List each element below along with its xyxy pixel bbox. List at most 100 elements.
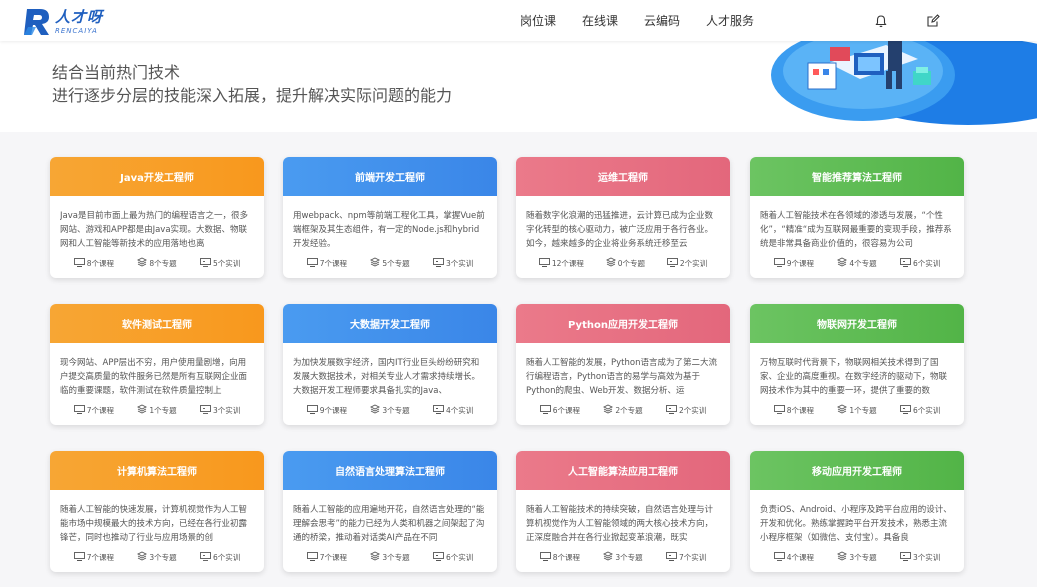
layers-icon — [603, 551, 615, 563]
career-card[interactable]: 大数据开发工程师 为加快发展数字经济，国内IT行业巨头纷纷研究和发展大数据技术，对… — [283, 304, 497, 425]
card-description: 随着数字化浪潮的迅猛推进，云计算已成为企业数字化转型的核心驱动力，被广泛应用于各… — [526, 211, 714, 249]
topic-count: 2个专题 — [603, 404, 643, 416]
card-description: 随着人工智能的快速发展，计算机视觉作为人工智能市场中规模最大的技术方向，已经在各… — [60, 505, 248, 543]
topic-count-label: 1个专题 — [849, 405, 877, 415]
terminal-icon — [900, 551, 913, 563]
hero-subheadline: 进行逐步分层的技能深入拓展，提升解决实际问题的能力 — [52, 86, 453, 105]
topic-count: 3个专题 — [370, 404, 410, 416]
monitor-icon — [306, 404, 320, 416]
layers-icon — [137, 257, 149, 269]
course-count: 7个课程 — [306, 551, 347, 563]
career-card[interactable]: 人工智能算法应用工程师 随着人工智能技术的持续突破，自然语言处理与计算机视觉作为人… — [516, 451, 730, 572]
card-description: 随着人工智能的应用遍地开花，自然语言处理的“能理解会思考”的能力已经为人类和机器… — [293, 505, 485, 543]
card-description: 现今网站、APP层出不穷，用户使用量剧增，向用户提交高质量的软件服务已然是所有互… — [60, 358, 248, 396]
card-title: 人工智能算法应用工程师 — [516, 451, 730, 490]
card-stats: 8个课程 1个专题 6个实训 — [750, 404, 964, 416]
monitor-icon — [538, 257, 552, 269]
career-card[interactable]: 移动应用开发工程师 负责iOS、Android、小程序及跨平台应用的设计、开发和优… — [750, 451, 964, 572]
career-card[interactable]: 自然语言处理算法工程师 随着人工智能的应用遍地开花，自然语言处理的“能理解会思考”… — [283, 451, 497, 572]
course-count: 9个课程 — [773, 257, 814, 269]
card-title: Java开发工程师 — [50, 157, 264, 196]
lab-count: 6个实训 — [433, 551, 473, 563]
lab-count: 3个实训 — [433, 257, 473, 269]
course-count: 12个课程 — [538, 257, 584, 269]
terminal-icon — [200, 257, 213, 269]
topic-count-label: 2个专题 — [615, 405, 643, 415]
monitor-icon — [73, 404, 87, 416]
card-title: 物联网开发工程师 — [750, 304, 964, 343]
card-description: 万物互联时代背景下，物联网相关技术得到了国家、企业的高度重视。在数字经济的驱动下… — [760, 358, 948, 396]
monitor-icon — [539, 551, 553, 563]
terminal-icon — [433, 551, 446, 563]
terminal-icon — [200, 551, 213, 563]
hero-illustration — [771, 41, 1037, 125]
card-stats: 8个课程 3个专题 7个实训 — [516, 551, 730, 563]
card-stats: 7个课程 1个专题 3个实训 — [50, 404, 264, 416]
layers-icon — [137, 404, 149, 416]
nav-item-online-courses[interactable]: 在线课 — [582, 12, 618, 29]
terminal-icon — [433, 404, 446, 416]
edit-icon[interactable] — [926, 13, 940, 27]
lab-count-label: 3个实训 — [213, 405, 241, 415]
topic-count: 8个专题 — [137, 257, 177, 269]
monitor-icon — [306, 257, 320, 269]
lab-count: 6个实训 — [200, 551, 240, 563]
career-card[interactable]: 运维工程师 随着数字化浪潮的迅猛推进，云计算已成为企业数字化转型的核心驱动力，被广… — [516, 157, 730, 278]
lab-count: 6个实训 — [900, 257, 940, 269]
career-card[interactable]: 物联网开发工程师 万物互联时代背景下，物联网相关技术得到了国家、企业的高度重视。在… — [750, 304, 964, 425]
layers-icon — [603, 404, 615, 416]
topic-count-label: 3个专题 — [849, 552, 877, 562]
topic-count-label: 3个专题 — [382, 405, 410, 415]
site-logo[interactable]: 人才呀 RENCAIYA — [24, 6, 120, 38]
monitor-icon — [306, 551, 320, 563]
career-card[interactable]: 前端开发工程师 用webpack、npm等前端工程化工具，掌握Vue前端框架及其生… — [283, 157, 497, 278]
layers-icon — [137, 551, 149, 563]
career-card[interactable]: 软件测试工程师 现今网站、APP层出不穷，用户使用量剧增，向用户提交高质量的软件服… — [50, 304, 264, 425]
lab-count-label: 6个实训 — [913, 405, 941, 415]
topic-count-label: 1个专题 — [149, 405, 177, 415]
hero-banner: 结合当前热门技术 进行逐步分层的技能深入拓展，提升解决实际问题的能力 — [0, 41, 1037, 132]
terminal-icon — [200, 404, 213, 416]
topic-count-label: 3个专题 — [382, 552, 410, 562]
card-description: 随着人工智能技术在各领域的渗透与发展，“个性化”，“精准“成为互联网最重要的变现… — [760, 211, 952, 249]
card-description: 为加快发展数字经济，国内IT行业巨头纷纷研究和发展大数据技术，对相关专业人才需求… — [293, 358, 481, 396]
lab-count: 3个实训 — [900, 551, 940, 563]
course-count-label: 9个课程 — [786, 258, 814, 268]
course-count-label: 7个课程 — [319, 552, 347, 562]
nav-item-job-courses[interactable]: 岗位课 — [520, 12, 556, 29]
topic-count-label: 4个专题 — [849, 258, 877, 268]
card-title: 自然语言处理算法工程师 — [283, 451, 497, 490]
card-stats: 9个课程 4个专题 6个实训 — [750, 257, 964, 269]
career-card[interactable]: 智能推荐算法工程师 随着人工智能技术在各领域的渗透与发展，“个性化”，“精准“成为… — [750, 157, 964, 278]
terminal-icon — [900, 257, 913, 269]
bell-icon[interactable] — [874, 13, 888, 28]
course-count: 7个课程 — [73, 404, 114, 416]
nav-item-cloud-coding[interactable]: 云编码 — [644, 12, 680, 29]
terminal-icon — [666, 257, 680, 269]
career-card[interactable]: Java开发工程师 Java是目前市面上最为热门的编程语言之一，很多网站、游戏和A… — [50, 157, 264, 278]
hero-headline: 结合当前热门技术 — [52, 63, 181, 82]
career-card[interactable]: Python应用开发工程师 随着人工智能的发展，Python语言成为了第二大流行编… — [516, 304, 730, 425]
card-stats: 7个课程 3个专题 6个实训 — [283, 551, 497, 563]
monitor-icon — [539, 404, 553, 416]
main-nav: 岗位课 在线课 云编码 人才服务 — [520, 0, 780, 41]
card-stats: 4个课程 3个专题 3个实训 — [750, 551, 964, 563]
lab-count: 5个实训 — [200, 257, 240, 269]
lab-count-label: 3个实训 — [446, 258, 474, 268]
course-count-label: 7个课程 — [86, 405, 114, 415]
career-card[interactable]: 计算机算法工程师 随着人工智能的快速发展，计算机视觉作为人工智能市场中规模最大的技… — [50, 451, 264, 572]
terminal-icon — [433, 257, 446, 269]
layers-icon — [370, 551, 382, 563]
terminal-icon — [666, 551, 679, 563]
topic-count: 3个专题 — [837, 551, 877, 563]
card-description: 负责iOS、Android、小程序及跨平台应用的设计、开发和优化。熟练掌握跨平台… — [760, 505, 952, 543]
nav-item-talent-services[interactable]: 人才服务 — [706, 12, 754, 29]
card-description: Java是目前市面上最为热门的编程语言之一，很多网站、游戏和APP都是由Java… — [60, 211, 248, 249]
card-title: 前端开发工程师 — [283, 157, 497, 196]
topic-count-label: 3个专题 — [149, 552, 177, 562]
monitor-icon — [773, 404, 787, 416]
course-count-label: 4个课程 — [786, 552, 814, 562]
lab-count: 7个实训 — [666, 551, 706, 563]
card-stats: 12个课程 0个专题 2个实训 — [516, 257, 730, 269]
course-count-label: 6个课程 — [552, 405, 580, 415]
